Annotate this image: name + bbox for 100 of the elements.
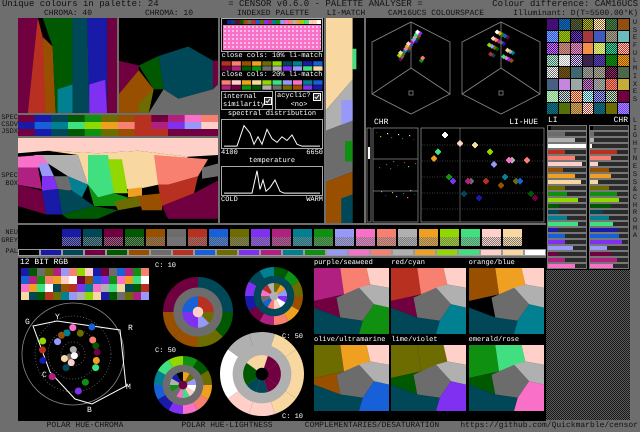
colour-mix-swatch bbox=[547, 31, 558, 42]
desaturation-swatch bbox=[503, 228, 522, 246]
colour-mix-swatch bbox=[594, 67, 606, 78]
palette-swatch[interactable] bbox=[524, 249, 546, 256]
colour-mix-swatch bbox=[618, 19, 629, 30]
palette-swatch[interactable] bbox=[348, 249, 370, 256]
colour-mix-swatch bbox=[582, 91, 594, 102]
colour-mix-swatch bbox=[558, 67, 570, 78]
desaturation-swatch bbox=[167, 228, 186, 246]
palette-swatch[interactable] bbox=[370, 249, 392, 256]
colour-mix-swatch bbox=[618, 55, 629, 66]
panel-title: CHROMA: 40 bbox=[44, 10, 92, 18]
desaturation-swatch bbox=[419, 228, 438, 246]
colour-mix-swatch bbox=[570, 43, 582, 54]
palette-swatch[interactable] bbox=[84, 249, 106, 256]
panel-title: LI-MATCH bbox=[326, 10, 366, 18]
palette-swatch[interactable] bbox=[40, 249, 62, 256]
palette-swatch[interactable] bbox=[106, 249, 128, 256]
colour-mix-swatch bbox=[582, 55, 594, 66]
colour-mix-swatch bbox=[547, 103, 558, 114]
repository-link[interactable]: https://github.com/Quickmarble/censor bbox=[460, 422, 638, 430]
checkbox[interactable] bbox=[312, 92, 321, 100]
panel-title: INDEXED PALETTE bbox=[236, 10, 309, 18]
colour-mix-swatch bbox=[606, 31, 618, 42]
colour-mix-swatch bbox=[606, 19, 618, 30]
palette-swatch[interactable] bbox=[194, 249, 216, 256]
palette-swatch[interactable] bbox=[480, 249, 502, 256]
column-title: CHR bbox=[614, 116, 628, 124]
desaturation-swatch bbox=[251, 228, 270, 246]
colour-mix-swatch bbox=[558, 19, 570, 30]
colour-mix-swatch bbox=[594, 91, 606, 102]
colour-mix-swatch bbox=[582, 103, 594, 114]
palette-swatch[interactable] bbox=[282, 249, 304, 256]
colour-mix-swatch bbox=[570, 19, 582, 30]
colour-mix-swatch bbox=[570, 67, 582, 78]
desaturation-swatch bbox=[398, 228, 417, 246]
palette-swatch[interactable] bbox=[128, 249, 150, 256]
desaturation-swatch bbox=[146, 228, 165, 246]
desaturation-swatch bbox=[356, 228, 375, 246]
desaturation-swatch bbox=[272, 228, 291, 246]
palette-swatch[interactable] bbox=[392, 249, 414, 256]
desaturation-swatch bbox=[83, 228, 102, 246]
desaturation-swatch bbox=[377, 228, 396, 246]
desaturation-swatch bbox=[440, 228, 459, 246]
colour-mix-swatch bbox=[582, 67, 594, 78]
hue-lightness-wheel bbox=[163, 277, 233, 347]
colour-mix-swatch bbox=[558, 55, 570, 66]
colour-mix-swatch bbox=[606, 103, 618, 114]
colour-mix-swatch bbox=[547, 19, 558, 30]
hue-letter: M bbox=[126, 383, 131, 392]
colour-mix-swatch bbox=[558, 91, 570, 102]
panel-title: CHROMA: 10 bbox=[144, 10, 193, 18]
hue-letter: G bbox=[25, 318, 30, 327]
colour-mix-swatch bbox=[594, 79, 606, 90]
column-title: LI bbox=[548, 116, 558, 124]
colour-mix-swatch bbox=[582, 31, 594, 42]
colour-mix-swatch bbox=[547, 55, 558, 66]
colour-mix-swatch bbox=[558, 79, 570, 90]
desaturation-swatch bbox=[293, 228, 312, 246]
colour-mix-swatch bbox=[570, 31, 582, 42]
hue-letter: Y bbox=[55, 313, 60, 322]
palette-swatch[interactable] bbox=[304, 249, 326, 256]
desaturation-swatch bbox=[209, 228, 228, 246]
palette-swatch[interactable] bbox=[172, 249, 194, 256]
colour-mix-swatch bbox=[618, 103, 629, 114]
hue-letter: B bbox=[87, 406, 92, 414]
desaturation-swatch bbox=[314, 228, 333, 246]
palette-swatch[interactable] bbox=[18, 249, 40, 256]
colour-mix-swatch bbox=[570, 79, 582, 90]
checkbox[interactable] bbox=[264, 96, 272, 104]
colour-mix-swatch bbox=[606, 67, 618, 78]
palette-swatch[interactable] bbox=[436, 249, 458, 256]
desaturation-swatch bbox=[125, 228, 144, 246]
desaturation-swatch bbox=[335, 228, 354, 246]
colour-mix-swatch bbox=[606, 43, 618, 54]
desaturation-swatch bbox=[104, 228, 123, 246]
palette-swatch[interactable] bbox=[216, 249, 238, 256]
palette-swatch[interactable] bbox=[458, 249, 480, 256]
panel-caption: COMPLEMENTARIES/DESATURATION bbox=[304, 422, 440, 430]
desaturation-swatch bbox=[188, 228, 207, 246]
palette-swatch[interactable] bbox=[150, 249, 172, 256]
palette-swatch[interactable] bbox=[326, 249, 348, 256]
palette-swatch[interactable] bbox=[502, 249, 524, 256]
illuminant-label: Illuminant: D(T=5500.00°K) bbox=[513, 10, 638, 18]
palette-swatch[interactable] bbox=[62, 249, 84, 256]
colour-mix-swatch bbox=[606, 79, 618, 90]
colour-mix-swatch bbox=[594, 103, 606, 114]
desaturation-swatch bbox=[230, 228, 249, 246]
desaturation-swatch bbox=[461, 228, 480, 246]
colour-mix-swatch bbox=[558, 43, 570, 54]
palette-swatch[interactable] bbox=[414, 249, 436, 256]
colour-mix-swatch bbox=[618, 91, 629, 102]
desaturation-swatch bbox=[482, 228, 501, 246]
panel-caption: POLAR HUE-LIGHTNESS bbox=[181, 422, 273, 430]
panel-caption: POLAR HUE-CHROMA bbox=[46, 422, 124, 430]
palette-swatch[interactable] bbox=[260, 249, 282, 256]
palette-swatch[interactable] bbox=[238, 249, 260, 256]
colour-mix-swatch bbox=[606, 55, 618, 66]
colour-mix-swatch bbox=[558, 31, 570, 42]
colour-mix-swatch bbox=[547, 43, 558, 54]
